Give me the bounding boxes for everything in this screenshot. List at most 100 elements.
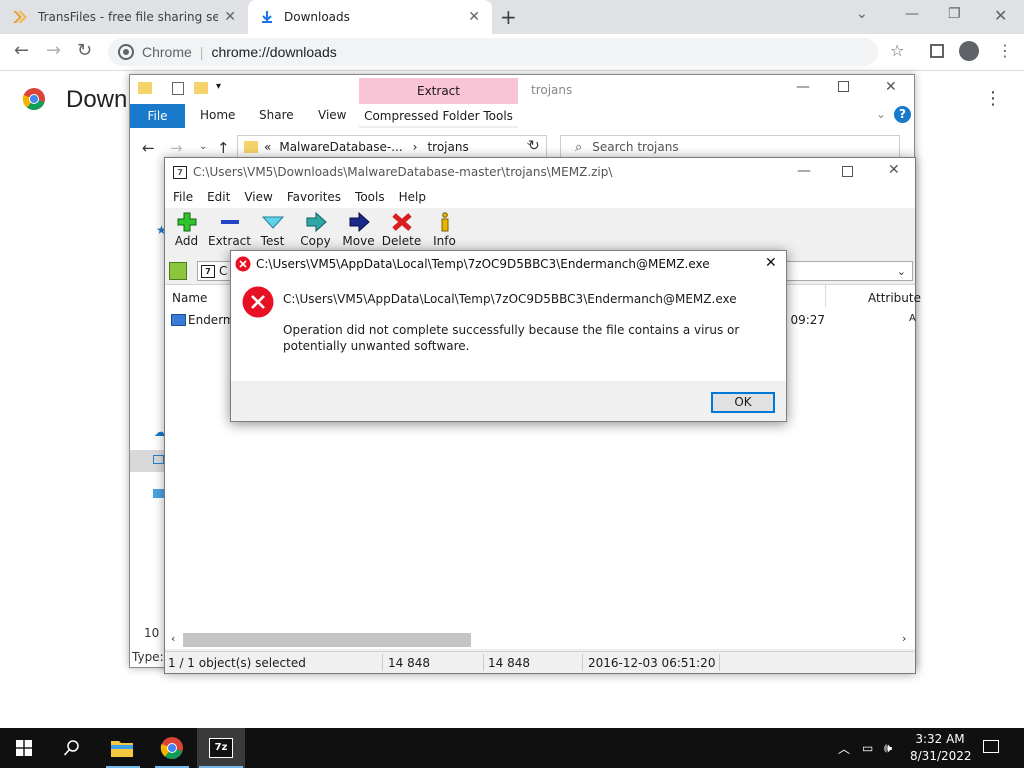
- folder-icon: [138, 82, 152, 94]
- dialog-title: C:\Users\VM5\AppData\Local\Temp\7zOC9D5B…: [256, 257, 710, 271]
- chrome-logo-icon: [160, 737, 183, 759]
- up-button[interactable]: ↑: [217, 139, 230, 157]
- column-header-attributes[interactable]: Attribute: [868, 291, 921, 305]
- recent-locations-icon[interactable]: ⌄: [199, 141, 207, 152]
- breadcrumb-item[interactable]: trojans: [427, 140, 468, 154]
- bookmark-star-icon[interactable]: ☆: [890, 41, 904, 60]
- new-folder-icon[interactable]: [194, 82, 208, 94]
- search-input[interactable]: ⌕ Search trojans: [560, 135, 900, 159]
- close-tab-icon[interactable]: ✕: [224, 9, 236, 25]
- ok-button[interactable]: OK: [711, 392, 775, 413]
- file-explorer-icon: [111, 741, 133, 757]
- taskbar-7zip[interactable]: 7z: [197, 728, 245, 768]
- dialog-footer: [231, 381, 786, 421]
- quick-access-dropdown-icon[interactable]: ▾: [216, 81, 221, 92]
- tab-search-icon[interactable]: ⌄: [856, 6, 868, 22]
- menu-help[interactable]: Help: [399, 190, 426, 204]
- ribbon-tab-compressed-folder-tools[interactable]: Compressed Folder Tools: [359, 104, 518, 128]
- window-title: trojans: [531, 83, 573, 97]
- tab-downloads[interactable]: Downloads ✕: [248, 0, 492, 34]
- ribbon-tab-file[interactable]: File: [130, 104, 185, 128]
- 7zip-app-icon: 7: [173, 165, 187, 179]
- ribbon-tab-view[interactable]: View: [318, 108, 346, 122]
- 7zip-menu-bar: File Edit View Favorites Tools Help: [165, 186, 915, 208]
- show-hidden-icons-icon[interactable]: ︿: [838, 728, 850, 768]
- side-panel-icon[interactable]: [930, 44, 944, 58]
- menu-favorites[interactable]: Favorites: [287, 190, 341, 204]
- close-tab-icon[interactable]: ✕: [468, 9, 480, 25]
- 7zip-title: C:\Users\VM5\Downloads\MalwareDatabase-m…: [193, 165, 613, 179]
- forward-button[interactable]: →: [170, 139, 183, 157]
- network-icon[interactable]: [153, 489, 164, 498]
- search-icon: [63, 740, 79, 756]
- close-window-button[interactable]: ✕: [888, 162, 900, 178]
- profile-avatar[interactable]: [959, 41, 979, 61]
- dialog-title-bar: C:\Users\VM5\AppData\Local\Temp\7zOC9D5B…: [231, 251, 786, 277]
- omnibox[interactable]: Chrome | chrome://downloads: [108, 38, 878, 66]
- new-tab-button[interactable]: +: [500, 5, 517, 29]
- ribbon-tab-share[interactable]: Share: [259, 108, 294, 122]
- action-center-icon[interactable]: [983, 740, 999, 753]
- maximize-button[interactable]: [842, 166, 853, 177]
- search-button[interactable]: [48, 728, 96, 768]
- clock-time: 3:32 AM: [915, 732, 965, 746]
- minimize-button[interactable]: —: [905, 6, 919, 22]
- chrome-logo-icon: [22, 88, 45, 110]
- 7zip-status-bar: 1 / 1 object(s) selected 14 848 14 848 2…: [165, 651, 915, 673]
- menu-edit[interactable]: Edit: [207, 190, 230, 204]
- network-tray-icon[interactable]: ▭: [862, 728, 873, 768]
- horizontal-scrollbar-thumb[interactable]: [183, 633, 471, 647]
- taskbar-clock[interactable]: 3:32 AM 8/31/2022: [910, 731, 972, 765]
- minimize-button[interactable]: —: [796, 79, 810, 95]
- windows-taskbar: 7z ︿ ▭ 🕪 3:32 AM 8/31/2022: [0, 728, 1024, 768]
- info-icon: [441, 212, 448, 232]
- status-size: 14 848: [388, 655, 430, 670]
- reload-button[interactable]: ↻: [77, 40, 92, 61]
- search-placeholder: Search trojans: [592, 140, 679, 154]
- close-window-button[interactable]: ✕: [885, 79, 897, 95]
- ribbon-collapse-icon[interactable]: ⌄: [876, 107, 886, 121]
- refresh-icon[interactable]: ↻: [528, 138, 540, 154]
- menu-view[interactable]: View: [244, 190, 272, 204]
- omnibox-url: chrome://downloads: [211, 44, 337, 60]
- menu-tools[interactable]: Tools: [355, 190, 385, 204]
- status-selected: 1 / 1 object(s) selected: [168, 655, 306, 670]
- maximize-button[interactable]: [838, 81, 849, 92]
- back-button[interactable]: ←: [14, 40, 29, 61]
- folder-icon: [244, 141, 258, 153]
- back-button[interactable]: ←: [142, 139, 155, 157]
- scroll-left-icon[interactable]: ‹: [171, 632, 175, 645]
- status-type-label: Type:: [132, 650, 164, 664]
- up-folder-icon[interactable]: [169, 262, 187, 280]
- address-bar[interactable]: « MalwareDatabase-... › trojans: [237, 135, 547, 159]
- taskbar-chrome[interactable]: [148, 728, 196, 768]
- dialog-close-icon[interactable]: ✕: [765, 255, 777, 271]
- ribbon-tab-home[interactable]: Home: [200, 108, 235, 122]
- breadcrumb-separator-icon: ›: [412, 140, 418, 154]
- chrome-menu-icon[interactable]: ⋮: [997, 41, 1013, 60]
- menu-file[interactable]: File: [173, 190, 193, 204]
- volume-icon[interactable]: 🕪: [884, 728, 892, 768]
- close-window-button[interactable]: ✕: [994, 6, 1007, 25]
- tab-transfiles[interactable]: TransFiles - free file sharing servi ✕: [12, 0, 248, 34]
- breadcrumb-item[interactable]: MalwareDatabase-...: [279, 140, 402, 154]
- column-header-name[interactable]: Name: [172, 291, 207, 305]
- path-dropdown-icon[interactable]: ⌄: [897, 265, 906, 278]
- properties-icon[interactable]: [172, 82, 184, 95]
- help-icon[interactable]: ?: [894, 106, 911, 123]
- delete-icon: [391, 213, 412, 231]
- downloads-menu-icon[interactable]: ⋮: [984, 88, 1002, 109]
- add-button[interactable]: Add: [165, 208, 208, 258]
- taskbar-file-explorer[interactable]: [98, 728, 146, 768]
- minimize-button[interactable]: —: [797, 163, 811, 179]
- scroll-right-icon[interactable]: ›: [902, 632, 906, 645]
- download-icon: [262, 11, 272, 23]
- exe-file-icon: [171, 314, 186, 326]
- copy-icon: [306, 212, 327, 232]
- start-button[interactable]: [0, 728, 48, 768]
- this-pc-icon: [153, 455, 164, 464]
- restore-button[interactable]: ❐: [948, 6, 961, 22]
- overflow-icon[interactable]: «: [264, 140, 271, 154]
- forward-button[interactable]: →: [46, 40, 61, 61]
- test-icon: [261, 216, 284, 229]
